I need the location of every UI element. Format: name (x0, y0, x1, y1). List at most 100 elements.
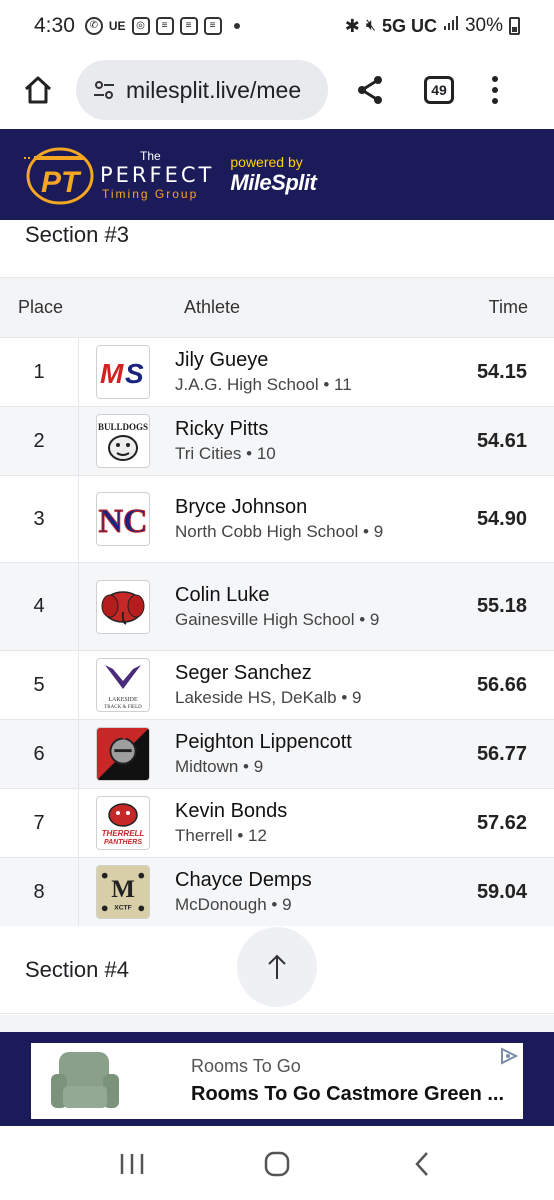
table-row[interactable]: 6 Peighton Lippencott Midtown • 9 56.77 (0, 719, 554, 788)
xctf-text: XCTF (114, 904, 132, 911)
tab-switcher-button[interactable]: 49 (424, 76, 454, 104)
recent-apps-icon (121, 1153, 144, 1174)
home-nav-button[interactable] (257, 1144, 297, 1184)
table-row[interactable]: 7 THERRELL PANTHERS Kevin Bonds Therrell… (0, 788, 554, 857)
place-cell: 6 (0, 720, 79, 788)
athlete-cell: Peighton Lippencott Midtown • 9 (175, 729, 390, 779)
ad-choices-icon[interactable] (499, 1047, 519, 1065)
svg-text:PT: PT (41, 166, 82, 199)
site-settings-icon[interactable] (92, 78, 116, 102)
athlete-name[interactable]: Bryce Johnson (175, 494, 390, 520)
ad-title[interactable]: Rooms To Go Castmore Green ... (191, 1083, 504, 1106)
whatsapp-icon: ✆ (84, 17, 103, 35)
nc-logo: NC (96, 492, 150, 546)
time-cell: 54.15 (476, 360, 527, 383)
athlete-name[interactable]: Ricky Pitts (175, 416, 390, 442)
section-4-title: Section #4 (25, 957, 129, 982)
back-button[interactable] (402, 1144, 442, 1184)
battery-icon (509, 17, 520, 35)
athlete-name[interactable]: Chayce Demps (175, 867, 390, 893)
brand-perfect: PERFECT (100, 162, 215, 187)
status-bar: 4:30 ✆ UE ◎ ≡ ≡ ≡ ✱ 🔇︎ 5G UC 30% (0, 0, 554, 52)
browser-toolbar: milesplit.live/mee 49 (0, 52, 554, 128)
athlete-name[interactable]: Colin Luke (175, 582, 390, 608)
bulldogs-text: BULLDOGS (98, 422, 148, 432)
knight-logo (96, 727, 150, 781)
address-bar[interactable]: milesplit.live/mee (76, 60, 328, 120)
lakeside-logo: LAKESIDE TRACK & FIELD (96, 658, 150, 712)
mcdonough-logo: M XCTF (96, 865, 150, 919)
perfect-timing-wordmark: The PERFECT Timing Group (100, 149, 214, 201)
table-header: Place Athlete Time (0, 278, 554, 337)
athlete-name[interactable]: Jily Gueye (175, 347, 390, 373)
ad-brand: Rooms To Go (191, 1056, 301, 1076)
place-cell: 3 (0, 476, 79, 562)
athlete-school[interactable]: Midtown • 9 (175, 755, 390, 779)
scroll-to-top-button[interactable] (237, 927, 317, 1007)
powered-by-label: powered by (230, 153, 303, 170)
status-left: 4:30 ✆ UE ◎ ≡ ≡ ≡ (34, 14, 240, 38)
advertisement[interactable]: Rooms To Go Rooms To Go Castmore Green .… (31, 1043, 523, 1119)
ms-logo: M S (96, 345, 150, 399)
table-row[interactable]: 1 M S Jily Gueye J.A.G. High School • 11… (0, 337, 554, 406)
therrell-text: THERRELL (102, 829, 145, 838)
athlete-cell: Chayce Demps McDonough • 9 (175, 867, 390, 917)
menu-dot (492, 76, 498, 82)
column-athlete: Athlete (184, 297, 241, 317)
meet-banner[interactable]: PT The PERFECT Timing Group powered by M… (0, 129, 554, 220)
athlete-name[interactable]: Seger Sanchez (175, 660, 390, 686)
place-cell: 7 (0, 789, 79, 857)
lakeside-text: LAKESIDE (108, 697, 138, 703)
time-cell: 56.66 (476, 673, 527, 696)
table-row[interactable]: 4 Colin Luke Gainesville High School • 9… (0, 562, 554, 650)
news-icon: ≡ (203, 17, 222, 35)
athlete-school[interactable]: Gainesville High School • 9 (175, 608, 390, 632)
home-nav-icon (264, 1151, 290, 1176)
brand-timing-group: Timing Group (102, 186, 199, 201)
time-cell: 54.90 (476, 507, 527, 530)
signal-icon (443, 15, 459, 37)
table-row[interactable]: 8 M XCTF Chayce Demps McDonough • 9 59.0… (0, 857, 554, 926)
athlete-cell: Colin Luke Gainesville High School • 9 (175, 582, 390, 632)
column-place: Place (18, 297, 64, 317)
athlete-cell: Seger Sanchez Lakeside HS, DeKalb • 9 (175, 660, 390, 710)
time-cell: 57.62 (476, 811, 527, 834)
recent-apps-button[interactable] (112, 1144, 152, 1184)
athlete-school[interactable]: Tri Cities • 10 (175, 442, 390, 466)
perfect-timing-logo: PT (22, 144, 96, 206)
overflow-menu-button[interactable] (490, 76, 500, 104)
arrow-up-icon (268, 954, 286, 979)
athlete-school[interactable]: McDonough • 9 (175, 893, 390, 917)
lakeside-sub-text: TRACK & FIELD (104, 705, 142, 710)
back-icon (414, 1151, 428, 1176)
table-row[interactable]: 3 NC Bryce Johnson North Cobb High Schoo… (0, 475, 554, 562)
section-title: Section #3 (25, 222, 129, 247)
athlete-name[interactable]: Peighton Lippencott (175, 729, 415, 755)
place-cell: 5 (0, 651, 79, 719)
ue-icon: UE (108, 19, 126, 33)
athlete-school[interactable]: Lakeside HS, DeKalb • 9 (175, 686, 390, 710)
athlete-school[interactable]: North Cobb High School • 9 (175, 520, 390, 544)
home-button[interactable] (18, 70, 58, 110)
status-time: 4:30 (34, 14, 75, 37)
athlete-school[interactable]: J.A.G. High School • 11 (175, 373, 390, 397)
menu-dot (492, 98, 498, 104)
brand-the: The (140, 148, 161, 163)
system-nav-bar (0, 1127, 554, 1200)
table-row[interactable]: 2 BULLDOGS Ricky Pitts Tri Cities • 10 5… (0, 406, 554, 475)
table-row[interactable]: 5 LAKESIDE TRACK & FIELD Seger Sanchez L… (0, 650, 554, 719)
status-right: ✱ 🔇︎ 5G UC 30% (345, 15, 520, 37)
results-table: Place Athlete Time 1 M S Jily Gueye J.A.… (0, 277, 554, 926)
athlete-cell: Bryce Johnson North Cobb High School • 9 (175, 494, 390, 544)
place-cell: 1 (0, 338, 79, 406)
athlete-school[interactable]: Therrell • 12 (175, 824, 390, 848)
mute-icon: 🔇︎ (365, 17, 376, 34)
time-cell: 54.61 (476, 429, 527, 452)
time-cell: 56.77 (476, 742, 527, 765)
athlete-name[interactable]: Kevin Bonds (175, 798, 390, 824)
athlete-cell: Jily Gueye J.A.G. High School • 11 (175, 347, 390, 397)
bluetooth-icon: ✱ (344, 15, 360, 36)
share-button[interactable] (350, 70, 390, 110)
menu-dot (492, 87, 498, 93)
panther-logo: THERRELL PANTHERS (96, 796, 150, 850)
